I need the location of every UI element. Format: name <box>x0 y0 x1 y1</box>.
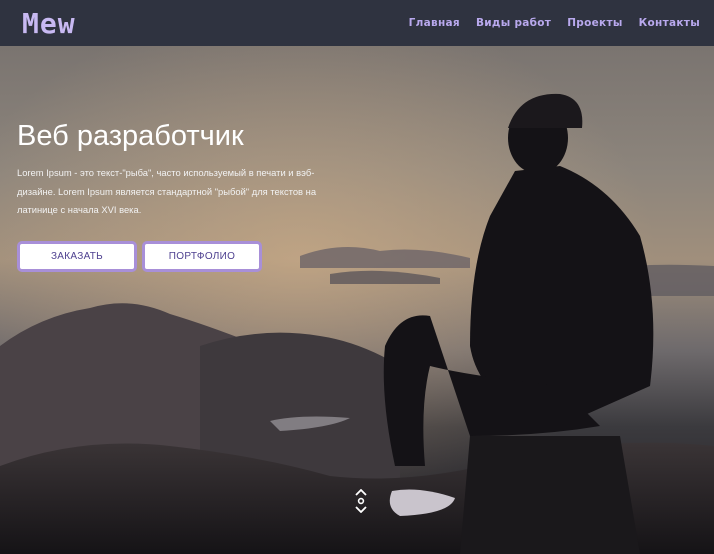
hero-title: Веб разработчик <box>17 120 244 152</box>
navbar: Mew Главная Виды работ Проекты Контакты <box>0 0 714 46</box>
nav-link-home[interactable]: Главная <box>409 17 460 29</box>
nav-link-projects[interactable]: Проекты <box>567 17 622 29</box>
hero-section: Веб разработчик Lorem Ipsum - это текст-… <box>0 46 714 554</box>
nav-link-contacts[interactable]: Контакты <box>639 17 700 29</box>
portfolio-button[interactable]: ПОРТФОЛИО <box>142 241 262 272</box>
nav-menu: Главная Виды работ Проекты Контакты <box>409 17 700 29</box>
scroll-down-icon[interactable] <box>353 489 369 513</box>
nav-link-services[interactable]: Виды работ <box>476 17 551 29</box>
logo[interactable]: Mew <box>22 7 76 40</box>
hero-description: Lorem Ipsum - это текст-"рыба", часто ис… <box>17 167 317 215</box>
order-button[interactable]: ЗАКАЗАТЬ <box>17 241 137 272</box>
